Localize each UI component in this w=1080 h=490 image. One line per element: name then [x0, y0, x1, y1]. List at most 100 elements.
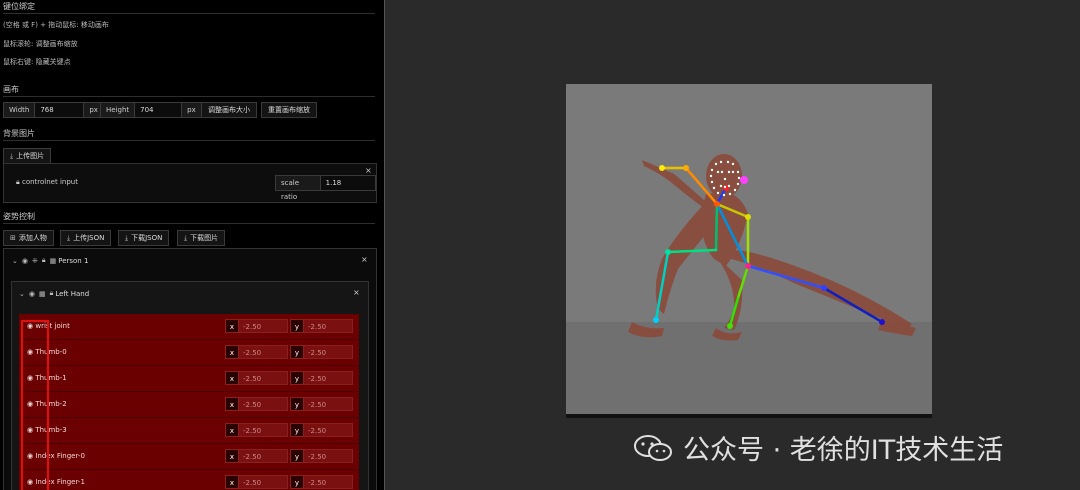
download-icon: ⤓	[125, 234, 129, 242]
close-icon[interactable]: ×	[353, 288, 360, 297]
list-item: ◉ wrist joint x -2.50 y -2.50	[19, 314, 359, 340]
divider	[3, 223, 375, 224]
download-image-label: 下载图片	[190, 234, 219, 242]
download-json-label: 下载JSON	[131, 234, 163, 242]
lock-icon[interactable]: 🔒︎	[42, 256, 46, 265]
lock-icon[interactable]: 🔒︎	[50, 289, 54, 298]
y-input[interactable]: -2.50	[304, 345, 353, 359]
y-label: y	[290, 397, 304, 411]
x-label: x	[225, 423, 239, 437]
download-json-button[interactable]: ⤓ 下载JSON	[118, 230, 170, 246]
x-label: x	[225, 475, 239, 489]
divider	[3, 13, 375, 14]
list-item: ◉ Thumb-3 x -2.50 y -2.50	[19, 418, 359, 444]
height-unit: px	[181, 103, 201, 117]
list-item: ◉ Thumb-1 x -2.50 y -2.50	[19, 366, 359, 392]
x-label: x	[225, 345, 239, 359]
pose-canvas[interactable]	[566, 84, 932, 416]
y-input[interactable]: -2.50	[304, 449, 353, 463]
hand-header[interactable]: ⌄ ◉ ▦ 🔒︎ Left Hand	[19, 289, 93, 298]
y-label: y	[290, 423, 304, 437]
list-item: ◉ Index Finger-1 x -2.50 y -2.50	[19, 470, 359, 490]
height-label: Height	[101, 103, 136, 117]
divider	[3, 96, 375, 97]
watermark: 公众号 · 老徐的IT技术生活	[633, 428, 1003, 467]
canvas-shadow	[566, 414, 932, 418]
keybind-title: 键位绑定	[3, 2, 35, 11]
y-input[interactable]: -2.50	[304, 371, 353, 385]
keybind-line-3: 鼠标右键: 隐藏关键点	[3, 58, 71, 66]
canvas-section-title: 画布	[3, 85, 19, 94]
upload-image-button[interactable]: ⤓ 上传图片	[3, 148, 52, 164]
wechat-icon	[634, 434, 672, 461]
y-input[interactable]: -2.50	[304, 319, 353, 333]
list-item: ◉ Thumb-0 x -2.50 y -2.50	[19, 340, 359, 366]
x-input[interactable]: -2.50	[239, 371, 288, 385]
height-field[interactable]: Height 704 px	[100, 102, 202, 118]
height-input[interactable]: 704	[135, 103, 182, 117]
keybind-line-1: (空格 或 F) + 拖动鼠标: 移动画布	[3, 21, 109, 29]
upload-icon: ⤓	[10, 152, 14, 160]
controlnet-input-panel: 🔒︎ controlnet input scale ratio 1.18 ×	[3, 163, 377, 203]
chevron-down-icon[interactable]: ⌄	[19, 290, 25, 298]
chevron-down-icon[interactable]: ⌄	[12, 257, 18, 265]
upload-json-label: 上传JSON	[73, 234, 105, 242]
x-input[interactable]: -2.50	[239, 345, 288, 359]
x-input[interactable]: -2.50	[239, 449, 288, 463]
hand-label: Left Hand	[55, 289, 90, 298]
watermark-text: 公众号 · 老徐的IT技术生活	[683, 435, 1004, 466]
x-label: x	[225, 397, 239, 411]
x-input[interactable]: -2.50	[239, 397, 288, 411]
scale-ratio-input[interactable]: 1.18	[320, 176, 375, 190]
resize-canvas-button[interactable]: 调整画布大小	[201, 102, 257, 118]
y-label: y	[290, 371, 304, 385]
reset-zoom-button[interactable]: 重置画布缩放	[261, 102, 317, 118]
divider	[3, 140, 375, 141]
x-input[interactable]: -2.50	[239, 319, 288, 333]
x-input[interactable]: -2.50	[239, 475, 288, 489]
width-field[interactable]: Width 768 px	[3, 102, 104, 118]
x-input[interactable]: -2.50	[239, 423, 288, 437]
width-input[interactable]: 768	[35, 103, 84, 117]
y-label: y	[290, 449, 304, 463]
controlnet-label: controlnet input	[21, 178, 78, 186]
y-label: y	[290, 319, 304, 333]
grid-icon[interactable]: ▦	[39, 290, 46, 298]
pose-section-title: 姿势控制	[3, 212, 35, 221]
background-section-title: 背景图片	[3, 129, 35, 138]
pose-skeleton[interactable]	[566, 84, 932, 416]
highlight-box	[21, 320, 49, 490]
eye-icon[interactable]: ◉	[29, 290, 35, 298]
x-label: x	[225, 449, 239, 463]
upload-json-button[interactable]: ⤓ 上传JSON	[60, 230, 112, 246]
x-label: x	[225, 371, 239, 385]
x-label: x	[225, 319, 239, 333]
close-icon[interactable]: ×	[361, 255, 368, 264]
list-item: ◉ Thumb-2 x -2.50 y -2.50	[19, 392, 359, 418]
upload-icon: ⤓	[67, 234, 71, 242]
y-input[interactable]: -2.50	[304, 397, 353, 411]
grid-icon[interactable]: ▦	[50, 257, 57, 265]
control-panel: 键位绑定 (空格 或 F) + 拖动鼠标: 移动画布 鼠标滚轮: 调整画布缩放 …	[0, 0, 384, 490]
y-label: y	[290, 345, 304, 359]
eye-icon[interactable]: ◉	[22, 257, 28, 265]
y-input[interactable]: -2.50	[304, 475, 353, 489]
download-icon: ⤓	[184, 234, 188, 242]
close-icon[interactable]: ×	[365, 166, 372, 175]
figure-image	[628, 154, 916, 341]
width-label: Width	[4, 103, 36, 117]
download-image-button[interactable]: ⤓ 下载图片	[177, 230, 226, 246]
list-item: ◉ Index Finger-0 x -2.50 y -2.50	[19, 444, 359, 470]
expand-icon[interactable]: ⁜	[32, 257, 38, 265]
y-input[interactable]: -2.50	[304, 423, 353, 437]
lock-icon[interactable]: 🔒︎	[16, 178, 20, 186]
scale-ratio-label: scale ratio	[276, 176, 321, 201]
add-person-label: 添加人物	[18, 234, 47, 242]
plus-square-icon: ⊞	[10, 234, 16, 242]
person-label: Person 1	[58, 256, 89, 265]
canvas-area[interactable]: 公众号 · 老徐的IT技术生活	[384, 0, 1080, 490]
add-person-button[interactable]: ⊞ 添加人物	[3, 230, 54, 246]
scale-ratio-field[interactable]: scale ratio 1.18	[275, 175, 376, 201]
upload-image-label: 上传图片	[16, 152, 45, 160]
person-header[interactable]: ⌄ ◉ ⁜ 🔒︎ ▦ Person 1	[12, 256, 92, 265]
